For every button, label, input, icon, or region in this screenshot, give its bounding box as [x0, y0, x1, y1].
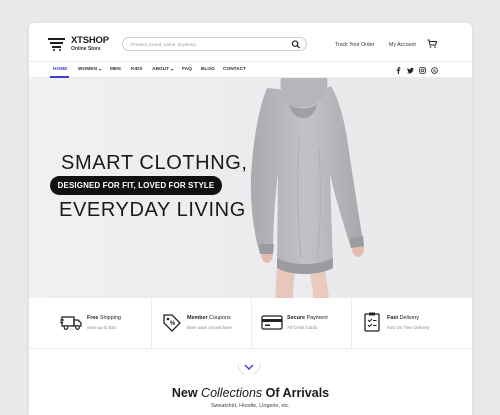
feature-title-bold: Fast	[387, 315, 399, 321]
nav-item-home[interactable]: HOME	[53, 67, 67, 72]
section-divider-chevron-icon	[237, 363, 261, 374]
feature-subtitle: All Credit Cards	[287, 325, 318, 330]
my-account-link[interactable]: My Account	[389, 42, 416, 48]
svg-text:S: S	[433, 68, 436, 73]
collections-title-a: New	[171, 386, 202, 400]
feature-title: Member Coupons	[187, 315, 231, 321]
nav-item-about[interactable]: ABOUT	[152, 67, 174, 72]
collections-title-c: Of Arrivals	[262, 386, 330, 400]
facebook-icon[interactable]	[395, 67, 402, 74]
search-icon[interactable]	[291, 40, 301, 49]
feature-title-rest: Delivery	[398, 315, 420, 321]
coupon-icon: %	[163, 314, 181, 332]
main-nav: HOME WOMEN MEN KIDS ABOUT FAQ BLOG CONTA…	[29, 61, 472, 78]
cart-icon[interactable]	[427, 39, 437, 48]
nav-label-about: ABOUT	[152, 67, 170, 72]
logo[interactable]: XTSHOP Online Store	[48, 36, 109, 52]
feature-subtitle: More save on purchase	[187, 325, 232, 330]
feature-title-rest: Coupons	[207, 315, 231, 321]
search-bar	[122, 37, 307, 51]
nav-item-faq[interactable]: FAQ	[182, 67, 192, 72]
hero-headline-top: SMART CLOTHNG,	[61, 152, 248, 174]
feature-free-shipping: Free Shipping Save up to $10	[52, 298, 152, 349]
brand-name: XTSHOP	[71, 35, 109, 46]
feature-title: Fast Delivery	[387, 315, 419, 321]
cart-logo-icon	[48, 37, 65, 51]
chevron-down-icon	[171, 68, 174, 71]
feature-title-bold: Secure	[287, 315, 305, 321]
nav-item-kids[interactable]: KIDS	[131, 67, 142, 72]
credit-card-icon	[261, 315, 283, 330]
instagram-icon[interactable]	[419, 67, 426, 74]
svg-text:%: %	[170, 321, 176, 327]
truck-icon	[60, 316, 82, 330]
skype-icon[interactable]: S	[431, 67, 438, 74]
feature-title-bold: Member	[187, 315, 208, 321]
feature-title-rest: Shipping	[98, 315, 121, 321]
feature-title-bold: Free	[87, 315, 99, 321]
feature-secure-payment: Secure Payment All Credit Cards	[252, 298, 352, 349]
nav-label-women: WOMEN	[78, 67, 97, 72]
hero-banner[interactable]: SMART CLOTHNG, DESIGNED FOR FIT, LOVED F…	[29, 78, 472, 298]
feature-fast-delivery: Fast Delivery Fast On Time Delivery	[352, 298, 472, 349]
feature-title: Secure Payment	[287, 315, 328, 321]
browser-page: XTSHOP Online Store Track Your Order My …	[29, 23, 472, 415]
nav-item-blog[interactable]: BLOG	[201, 67, 215, 72]
clipboard-check-icon	[364, 312, 380, 332]
chevron-down-icon	[98, 68, 101, 71]
collections-title: New Collections Of Arrivals	[29, 386, 472, 400]
nav-item-men[interactable]: MEN	[110, 67, 121, 72]
features-strip: Free Shipping Save up to $10 % Member Co…	[29, 298, 472, 349]
site-header: XTSHOP Online Store Track Your Order My …	[29, 23, 472, 61]
feature-title-rest: Payment	[304, 315, 328, 321]
track-order-link[interactable]: Track Your Order	[335, 42, 374, 48]
feature-member-coupons: % Member Coupons More save on purchase	[152, 298, 252, 349]
search-input[interactable]	[123, 38, 283, 50]
brand-tagline: Online Store	[71, 45, 101, 52]
nav-item-contact[interactable]: CONTACT	[223, 67, 246, 72]
model-in-hoodie-image	[250, 78, 364, 298]
nav-item-women[interactable]: WOMEN	[78, 67, 101, 72]
hero-tagline-pill: DESIGNED FOR FIT, LOVED FOR STYLE	[50, 176, 222, 195]
collections-title-b: Collections	[201, 386, 263, 400]
feature-title: Free Shipping	[87, 315, 121, 321]
feature-subtitle: Save up to $10	[87, 325, 116, 330]
hero-headline-bottom: EVERYDAY LIVING	[59, 199, 246, 221]
collections-subtitle: Sweatshirt, Hoodie, Lingerie, etc.	[210, 403, 291, 409]
twitter-icon[interactable]	[407, 67, 414, 74]
feature-subtitle: Fast On Time Delivery	[387, 325, 430, 330]
